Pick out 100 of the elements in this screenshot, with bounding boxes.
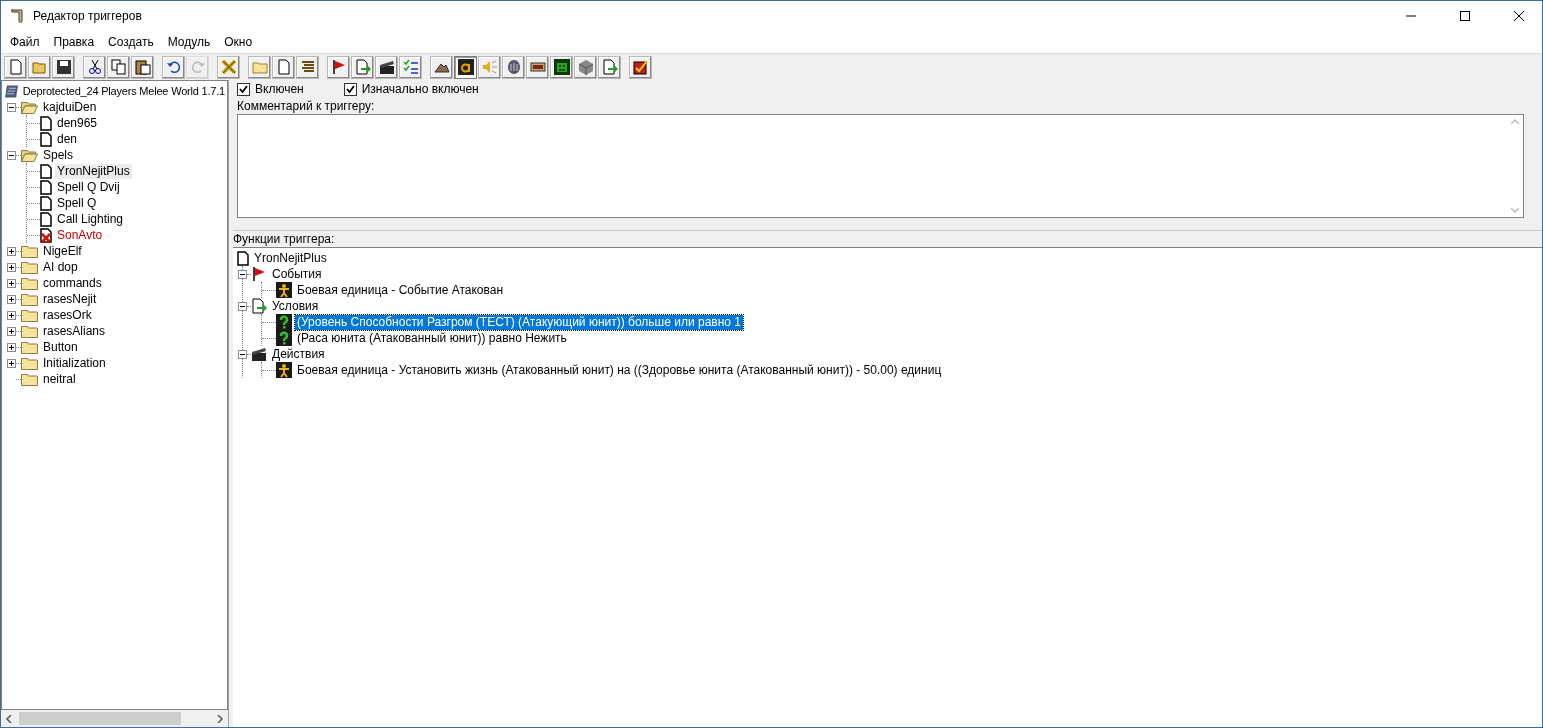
unit-icon xyxy=(276,282,292,298)
tree-item[interactable]: YronNejitPlus xyxy=(252,250,329,266)
document-arrow-icon xyxy=(601,59,618,75)
document-arrow-icon xyxy=(354,59,371,75)
tree-item[interactable]: AI dop xyxy=(41,259,80,275)
expand-icon[interactable] xyxy=(7,262,16,272)
tree-item[interactable]: Spell Q Dvij xyxy=(55,179,122,195)
cross-icon xyxy=(220,59,237,75)
menu-item[interactable]: Модуль xyxy=(160,35,218,49)
scroll-icon xyxy=(9,8,25,24)
collapse-icon[interactable] xyxy=(238,349,247,359)
floppy-icon xyxy=(55,59,72,75)
copy-icon xyxy=(110,59,127,75)
tree-item[interactable]: Initialization xyxy=(41,355,108,371)
tree-item[interactable]: Условия xyxy=(270,298,321,314)
tree-item[interactable]: (Уровень Способности Разгром (ТЕСТ) (Атакующий юнит)) больше или равно 1 xyxy=(295,314,743,330)
checkbox[interactable]: Включен xyxy=(237,82,304,96)
folder-icon xyxy=(21,340,38,354)
toolbar-button[interactable] xyxy=(454,55,477,79)
expand-icon[interactable] xyxy=(7,246,16,256)
redo-icon xyxy=(189,59,206,75)
document-icon xyxy=(40,131,52,147)
tree-item[interactable]: commands xyxy=(41,275,104,291)
clapperboard-icon xyxy=(378,59,395,75)
panel-icon xyxy=(529,59,546,75)
toolbar-button[interactable] xyxy=(526,55,549,79)
collapse-icon[interactable] xyxy=(238,269,247,279)
question-icon xyxy=(276,330,292,346)
letter-a-icon xyxy=(457,59,474,75)
tree-item[interactable]: kajduiDen xyxy=(41,99,99,115)
toolbar-button[interactable] xyxy=(52,55,75,79)
speaker-icon xyxy=(481,59,498,75)
clapperboard-icon xyxy=(251,346,267,362)
expand-icon[interactable] xyxy=(7,342,16,352)
tree-item[interactable]: Deprotected_24 Players Melee World 1.7.1 xyxy=(20,83,227,99)
folder-icon xyxy=(21,292,38,306)
menu-item[interactable]: Окно xyxy=(217,35,260,49)
toolbar-button[interactable] xyxy=(502,55,525,79)
tree-item[interactable]: NigeElf xyxy=(41,243,84,259)
tree-item[interactable]: События xyxy=(270,266,324,282)
toolbar-button[interactable] xyxy=(629,55,652,79)
toolbar-button[interactable] xyxy=(430,55,453,79)
expand-icon[interactable] xyxy=(7,310,16,320)
map-icon xyxy=(5,83,20,99)
collapse-icon[interactable] xyxy=(7,102,16,112)
maximize-icon xyxy=(1460,11,1470,21)
tree-item[interactable]: Боевая единица - Событие Атакован xyxy=(295,282,506,298)
flag-icon xyxy=(330,59,347,75)
tree-item[interactable]: Действия xyxy=(270,346,327,362)
scroll-right-icon[interactable] xyxy=(216,714,224,723)
expand-icon[interactable] xyxy=(7,278,16,288)
question-icon xyxy=(276,314,292,330)
menu-item[interactable]: Правка xyxy=(46,35,102,49)
toolbar-button[interactable] xyxy=(375,55,398,79)
folder-icon xyxy=(21,324,38,338)
document-arrow-icon xyxy=(251,298,267,314)
tree-item[interactable]: YronNejitPlus xyxy=(55,163,132,179)
toolbar-button[interactable] xyxy=(550,55,573,79)
checkbox[interactable]: Изначально включен xyxy=(343,82,479,96)
expand-icon[interactable] xyxy=(7,294,16,304)
cube-icon xyxy=(577,59,594,75)
tree-item[interactable]: Spell Q xyxy=(55,195,99,211)
tree-item[interactable]: Spels xyxy=(41,147,76,163)
open-folder-icon xyxy=(21,100,38,114)
folder-icon xyxy=(21,308,38,322)
document-icon xyxy=(40,211,52,227)
tree-item[interactable]: (Раса юнита (Атакованный юнит)) равно Нежить xyxy=(295,330,569,346)
tree-item[interactable]: Боевая единица - Установить жизнь (Атакованный юнит) на ((Здоровье юнита (Атакованный юнит)) - 50.00) единиц xyxy=(295,362,944,378)
tree-item[interactable]: neitral xyxy=(41,371,78,387)
document-icon xyxy=(7,59,24,75)
flag-icon xyxy=(251,266,267,282)
toolbar-button[interactable] xyxy=(296,55,319,79)
toolbar-button[interactable] xyxy=(217,55,240,79)
menu-item[interactable]: Файл xyxy=(3,35,47,49)
tree-item[interactable]: Button xyxy=(41,339,80,355)
document-icon xyxy=(40,195,52,211)
folder-icon xyxy=(21,244,38,258)
tree-item[interactable]: rasesOrk xyxy=(41,307,94,323)
expand-icon[interactable] xyxy=(7,326,16,336)
toolbar-button[interactable] xyxy=(83,55,106,79)
checkmark-icon xyxy=(239,84,248,94)
tree-item[interactable]: den xyxy=(55,131,80,147)
collapse-icon[interactable] xyxy=(238,301,247,311)
monster-icon xyxy=(553,59,570,75)
tree-item[interactable]: SonAvto xyxy=(55,227,105,243)
folder-icon xyxy=(21,276,38,290)
functions-label: Функции триггера: xyxy=(233,231,336,247)
expand-icon[interactable] xyxy=(7,358,16,368)
tree-item[interactable]: den965 xyxy=(55,115,100,131)
scissors-icon xyxy=(86,59,103,75)
menu-item[interactable]: Создать xyxy=(101,35,161,49)
scroll-left-icon[interactable] xyxy=(5,714,13,723)
collapse-icon[interactable] xyxy=(7,150,16,160)
toolbar-button[interactable] xyxy=(327,55,350,79)
toolbar-button[interactable] xyxy=(131,55,154,79)
tree-item[interactable]: Call Lighting xyxy=(55,211,126,227)
tree-item[interactable]: rasesNejit xyxy=(41,291,99,307)
tree-item[interactable]: rasesAlians xyxy=(41,323,108,339)
clipboard-icon xyxy=(134,59,151,75)
toolbar-button[interactable] xyxy=(162,55,185,79)
